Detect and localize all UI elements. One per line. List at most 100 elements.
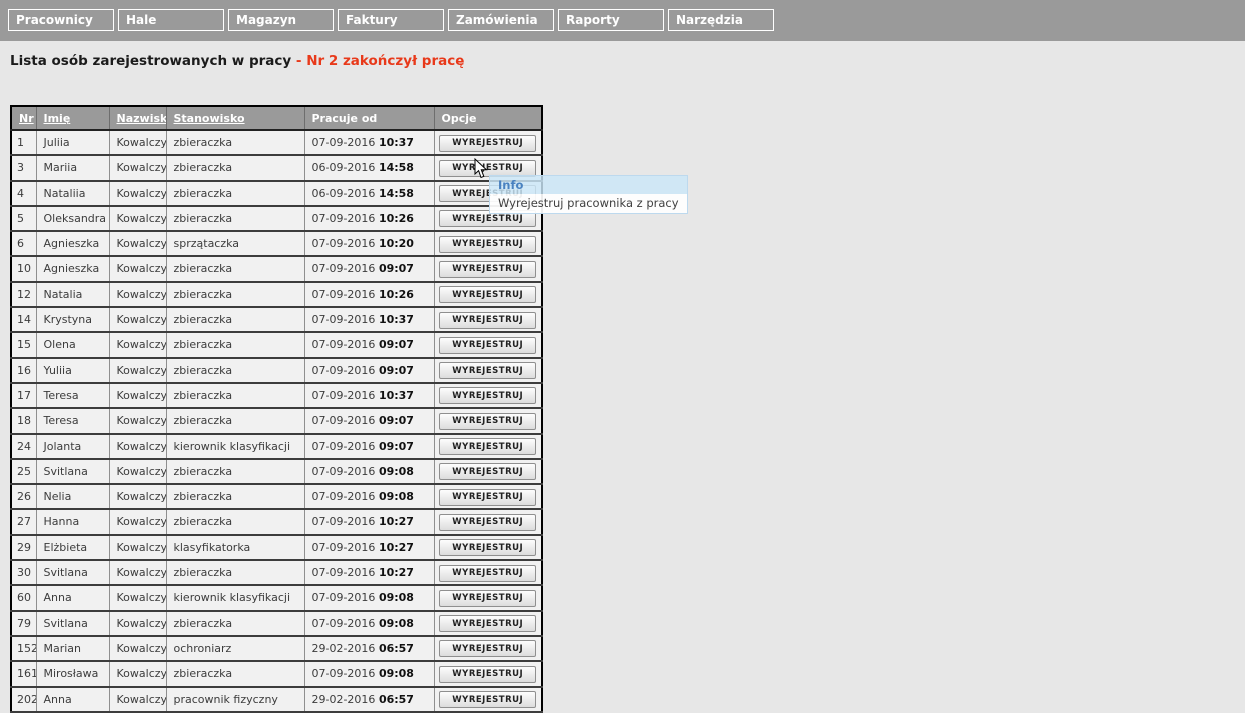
cell-imie: Agnieszka: [36, 256, 109, 281]
page-title-alert: - Nr 2 zakończył pracę: [296, 53, 464, 69]
nav-tab[interactable]: Pracownicy: [8, 9, 114, 31]
cell-nr: 26: [11, 484, 36, 509]
work-date: 07-09-2016: [312, 515, 376, 528]
cell-imie: Teresa: [36, 383, 109, 408]
column-header[interactable]: Imię: [36, 106, 109, 130]
unregister-button[interactable]: WYREJESTRUJ: [439, 387, 536, 404]
cell-nazwisko: Kowalczyk: [109, 636, 166, 661]
column-header[interactable]: Nazwisko: [109, 106, 166, 130]
unregister-button[interactable]: WYREJESTRUJ: [439, 640, 536, 657]
unregister-button[interactable]: WYREJESTRUJ: [439, 337, 536, 354]
unregister-button[interactable]: WYREJESTRUJ: [439, 666, 536, 683]
unregister-button[interactable]: WYREJESTRUJ: [439, 135, 536, 152]
unregister-button[interactable]: WYREJESTRUJ: [439, 236, 536, 253]
cell-opcje: WYREJESTRUJ: [434, 332, 542, 357]
work-date: 07-09-2016: [312, 667, 376, 680]
cell-imie: Krystyna: [36, 307, 109, 332]
unregister-button[interactable]: WYREJESTRUJ: [439, 362, 536, 379]
cell-pracuje-od: 07-09-2016 09:08: [304, 661, 434, 686]
unregister-button[interactable]: WYREJESTRUJ: [439, 463, 536, 480]
table-row: 26 Nelia Kowalczyk zbieraczka 07-09-2016…: [11, 484, 542, 509]
cell-stanowisko: zbieraczka: [166, 256, 304, 281]
unregister-button[interactable]: WYREJESTRUJ: [439, 691, 536, 708]
cell-nr: 17: [11, 383, 36, 408]
employee-table: Nr Imię Nazwisko Stanowisko Pracuje od O…: [10, 105, 543, 713]
cell-pracuje-od: 07-09-2016 09:08: [304, 459, 434, 484]
nav-tab[interactable]: Zamówienia: [448, 9, 554, 31]
cell-opcje: WYREJESTRUJ: [434, 560, 542, 585]
cell-stanowisko: zbieraczka: [166, 307, 304, 332]
unregister-button[interactable]: WYREJESTRUJ: [439, 615, 536, 632]
cell-imie: Mirosława: [36, 661, 109, 686]
cell-imie: Marian: [36, 636, 109, 661]
cell-stanowisko: zbieraczka: [166, 560, 304, 585]
tooltip-title: Info: [490, 176, 687, 194]
nav-tab[interactable]: Faktury: [338, 9, 444, 31]
nav-tab[interactable]: Narzędzia: [668, 9, 774, 31]
work-date: 07-09-2016: [312, 364, 376, 377]
cell-nazwisko: Kowalczyk: [109, 130, 166, 155]
cell-imie: Yuliia: [36, 358, 109, 383]
cell-stanowisko: zbieraczka: [166, 332, 304, 357]
table-row: 12 Natalia Kowalczyk zbieraczka 07-09-20…: [11, 282, 542, 307]
cell-nr: 14: [11, 307, 36, 332]
cell-pracuje-od: 07-09-2016 10:20: [304, 231, 434, 256]
cell-opcje: WYREJESTRUJ: [434, 459, 542, 484]
work-time: 10:20: [379, 237, 414, 250]
unregister-button[interactable]: WYREJESTRUJ: [439, 438, 536, 455]
column-header: Pracuje od: [304, 106, 434, 130]
cell-nr: 3: [11, 155, 36, 180]
cell-pracuje-od: 07-09-2016 09:08: [304, 484, 434, 509]
table-row: 202 Anna Kowalczyk pracownik fizyczny 29…: [11, 687, 542, 712]
work-time: 09:08: [379, 490, 414, 503]
table-row: 3 Mariia Kowalczyk zbieraczka 06-09-2016…: [11, 155, 542, 180]
work-date: 07-09-2016: [312, 541, 376, 554]
work-date: 07-09-2016: [312, 237, 376, 250]
table-row: 30 Svitlana Kowalczyk zbieraczka 07-09-2…: [11, 560, 542, 585]
unregister-button[interactable]: WYREJESTRUJ: [439, 565, 536, 582]
cell-stanowisko: zbieraczka: [166, 206, 304, 231]
work-date: 07-09-2016: [312, 389, 376, 402]
work-date: 07-09-2016: [312, 566, 376, 579]
nav-tab[interactable]: Magazyn: [228, 9, 334, 31]
unregister-button[interactable]: WYREJESTRUJ: [439, 413, 536, 430]
cell-opcje: WYREJESTRUJ: [434, 509, 542, 534]
cell-opcje: WYREJESTRUJ: [434, 358, 542, 383]
cell-pracuje-od: 07-09-2016 10:27: [304, 509, 434, 534]
work-time: 09:08: [379, 667, 414, 680]
unregister-button[interactable]: WYREJESTRUJ: [439, 286, 536, 303]
nav-tab[interactable]: Raporty: [558, 9, 664, 31]
cell-nr: 15: [11, 332, 36, 357]
unregister-button[interactable]: WYREJESTRUJ: [439, 539, 536, 556]
cell-nr: 152: [11, 636, 36, 661]
unregister-button[interactable]: WYREJESTRUJ: [439, 312, 536, 329]
cell-nr: 1: [11, 130, 36, 155]
unregister-button[interactable]: WYREJESTRUJ: [439, 261, 536, 278]
cell-nazwisko: Kowalczyk: [109, 332, 166, 357]
unregister-button[interactable]: WYREJESTRUJ: [439, 590, 536, 607]
cell-stanowisko: zbieraczka: [166, 661, 304, 686]
cell-stanowisko: zbieraczka: [166, 383, 304, 408]
table-row: 60 Anna Kowalczyk kierownik klasyfikacji…: [11, 585, 542, 610]
work-date: 07-09-2016: [312, 313, 376, 326]
cell-nr: 60: [11, 585, 36, 610]
column-header[interactable]: Stanowisko: [166, 106, 304, 130]
cell-pracuje-od: 07-09-2016 10:37: [304, 130, 434, 155]
cell-nazwisko: Kowalczyk: [109, 434, 166, 459]
cell-stanowisko: zbieraczka: [166, 459, 304, 484]
work-time: 14:58: [379, 161, 414, 174]
column-header[interactable]: Nr: [11, 106, 36, 130]
cell-opcje: WYREJESTRUJ: [434, 282, 542, 307]
unregister-button[interactable]: WYREJESTRUJ: [439, 489, 536, 506]
nav-tab[interactable]: Hale: [118, 9, 224, 31]
table-header-row: Nr Imię Nazwisko Stanowisko Pracuje od O…: [11, 106, 542, 130]
tooltip-text: Wyrejestruj pracownika z pracy: [490, 194, 687, 213]
unregister-button[interactable]: WYREJESTRUJ: [439, 514, 536, 531]
table-row: 24 Jolanta Kowalczyk kierownik klasyfika…: [11, 434, 542, 459]
cell-nazwisko: Kowalczyk: [109, 509, 166, 534]
page-title: Lista osób zarejestrowanych w pracy - Nr…: [10, 53, 464, 69]
work-time: 10:27: [379, 515, 414, 528]
work-date: 07-09-2016: [312, 212, 376, 225]
cell-nazwisko: Kowalczyk: [109, 206, 166, 231]
cell-opcje: WYREJESTRUJ: [434, 636, 542, 661]
